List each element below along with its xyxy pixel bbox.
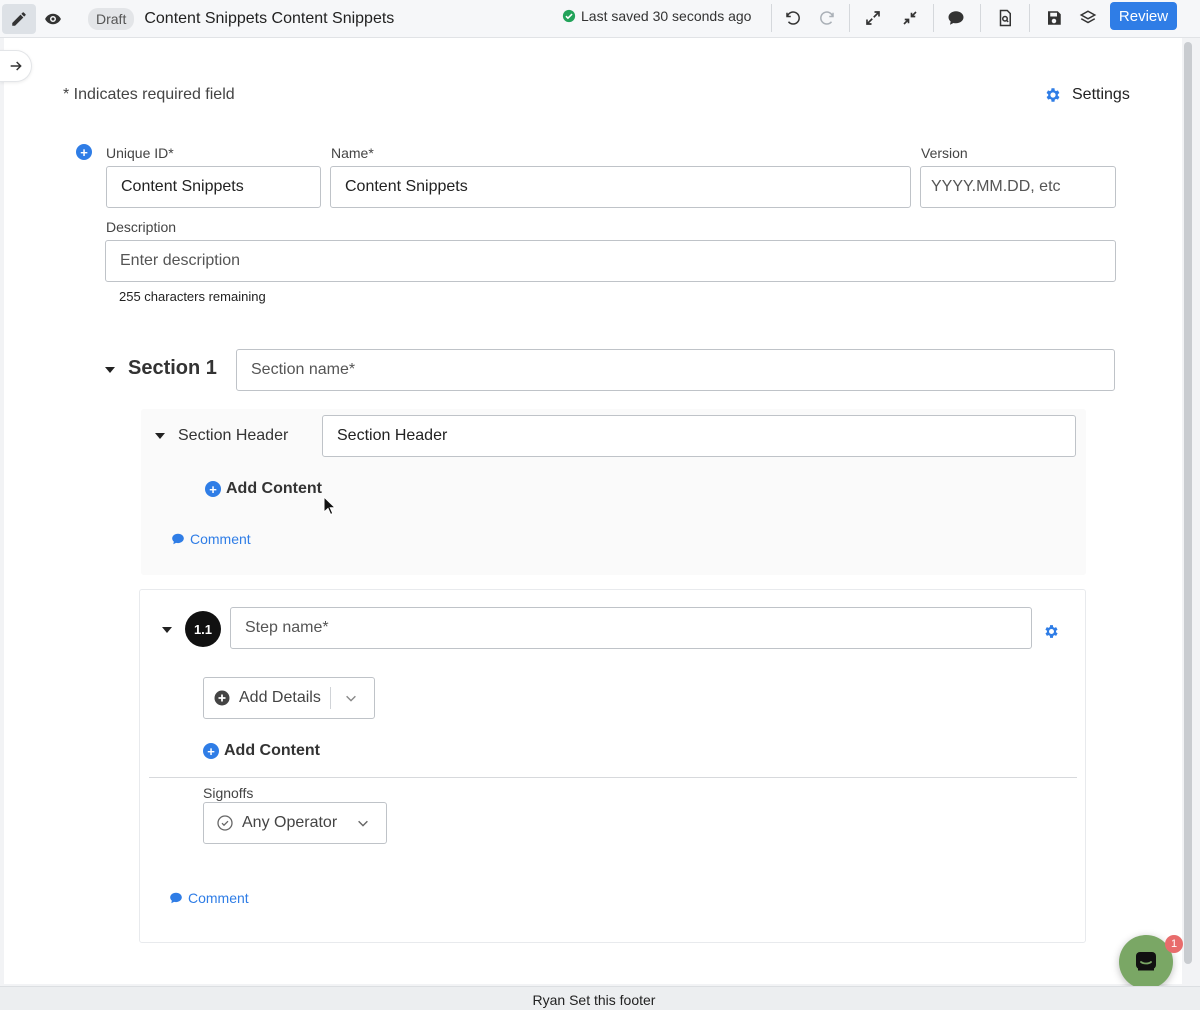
step-number-badge: 1.1 bbox=[185, 611, 221, 647]
scrollbar-thumb[interactable] bbox=[1184, 42, 1192, 964]
arrow-right-icon bbox=[10, 61, 22, 71]
comment-icon bbox=[172, 533, 184, 545]
version-input[interactable]: YYYY.MM.DD, etc bbox=[920, 166, 1116, 208]
comment-icon bbox=[948, 11, 964, 25]
add-details-label: Add Details bbox=[239, 689, 321, 706]
characters-remaining: 255 characters remaining bbox=[119, 289, 266, 304]
toolbar-divider bbox=[849, 4, 850, 32]
signoff-select[interactable]: Any Operator bbox=[203, 802, 387, 844]
save-button[interactable] bbox=[1042, 6, 1066, 30]
section-title: Section 1 bbox=[128, 357, 217, 379]
name-input[interactable]: Content Snippets bbox=[330, 166, 911, 208]
chevron-down-icon bbox=[345, 695, 356, 702]
undo-button[interactable] bbox=[781, 6, 805, 30]
signoff-value: Any Operator bbox=[242, 814, 338, 831]
version-label: Version bbox=[921, 145, 968, 161]
edit-mode-button[interactable] bbox=[2, 3, 36, 34]
collapse-all-button[interactable] bbox=[898, 6, 922, 30]
document-search-icon bbox=[999, 9, 1011, 27]
redo-button[interactable] bbox=[815, 6, 839, 30]
unread-badge: 1 bbox=[1165, 935, 1183, 953]
plus-circle-icon: + bbox=[205, 481, 221, 497]
step-settings-gear-icon[interactable] bbox=[1043, 623, 1060, 640]
comment-label: Comment bbox=[190, 531, 251, 547]
document-title: Content Snippets Content Snippets bbox=[144, 9, 395, 27]
pencil-icon bbox=[12, 11, 26, 26]
comments-button[interactable] bbox=[944, 6, 968, 30]
toolbar-divider bbox=[771, 4, 772, 32]
collapse-icon bbox=[903, 11, 917, 25]
toolbar-divider bbox=[933, 4, 934, 32]
add-details-dropdown[interactable]: Add Details bbox=[203, 677, 375, 719]
page-footer: Ryan Set this footer bbox=[0, 986, 1200, 1010]
unique-id-label: Unique ID* bbox=[106, 145, 174, 161]
add-header-item-icon[interactable]: + bbox=[76, 144, 92, 160]
step-comment-link[interactable]: Comment bbox=[169, 890, 249, 906]
section-header-label: Section Header bbox=[178, 427, 289, 444]
step-collapse-icon[interactable] bbox=[162, 627, 172, 633]
description-input[interactable]: Enter description bbox=[105, 240, 1116, 282]
status-badge: Draft bbox=[88, 7, 135, 30]
section-header-comment-link[interactable]: Comment bbox=[171, 531, 251, 547]
review-button[interactable]: Review bbox=[1110, 2, 1177, 30]
expand-all-button[interactable] bbox=[861, 6, 885, 30]
plus-circle-dark-icon bbox=[214, 690, 230, 706]
unique-id-input[interactable]: Content Snippets bbox=[106, 166, 321, 208]
chevron-down-icon bbox=[358, 820, 369, 827]
settings-button[interactable]: Settings bbox=[1044, 86, 1130, 104]
section-header-input[interactable]: Section Header bbox=[322, 415, 1076, 457]
document-preview-button[interactable] bbox=[993, 6, 1017, 30]
layers-button[interactable] bbox=[1076, 6, 1100, 30]
check-circle-icon bbox=[562, 9, 576, 23]
step-name-input[interactable]: Step name* bbox=[230, 607, 1032, 649]
step-divider bbox=[149, 777, 1077, 778]
signoffs-label: Signoffs bbox=[203, 785, 254, 801]
add-content-label: Add Content bbox=[226, 480, 322, 497]
undo-icon bbox=[786, 11, 800, 25]
section-name-input[interactable]: Section name* bbox=[236, 349, 1115, 391]
sidebar-toggle-button[interactable] bbox=[0, 50, 32, 82]
gear-icon bbox=[1046, 88, 1060, 102]
toolbar-divider bbox=[1029, 4, 1030, 32]
required-field-note: * Indicates required field bbox=[63, 86, 235, 103]
comment-label: Comment bbox=[188, 890, 249, 906]
comment-icon bbox=[170, 892, 182, 904]
chat-bubble-icon bbox=[1136, 952, 1156, 971]
mouse-cursor-icon bbox=[323, 496, 337, 516]
layers-icon bbox=[1079, 10, 1097, 24]
preview-mode-button[interactable] bbox=[36, 4, 70, 34]
section-header-add-content-button[interactable]: + Add Content bbox=[205, 480, 322, 498]
expand-icon bbox=[866, 11, 880, 25]
eye-icon bbox=[45, 13, 61, 24]
save-status-text: Last saved 30 seconds ago bbox=[581, 8, 752, 24]
step-add-content-button[interactable]: + Add Content bbox=[203, 742, 320, 760]
settings-label: Settings bbox=[1072, 86, 1130, 103]
redo-icon bbox=[820, 11, 834, 25]
section-header-collapse-icon[interactable] bbox=[155, 433, 165, 439]
toolbar-divider bbox=[980, 4, 981, 32]
save-icon bbox=[1048, 11, 1061, 25]
check-circle-outline-icon bbox=[217, 815, 233, 831]
plus-circle-icon: + bbox=[203, 743, 219, 759]
save-status: Last saved 30 seconds ago bbox=[562, 8, 751, 24]
description-label: Description bbox=[106, 219, 177, 235]
name-label: Name* bbox=[331, 145, 374, 161]
add-content-label: Add Content bbox=[224, 742, 320, 759]
section-collapse-icon[interactable] bbox=[105, 367, 115, 373]
